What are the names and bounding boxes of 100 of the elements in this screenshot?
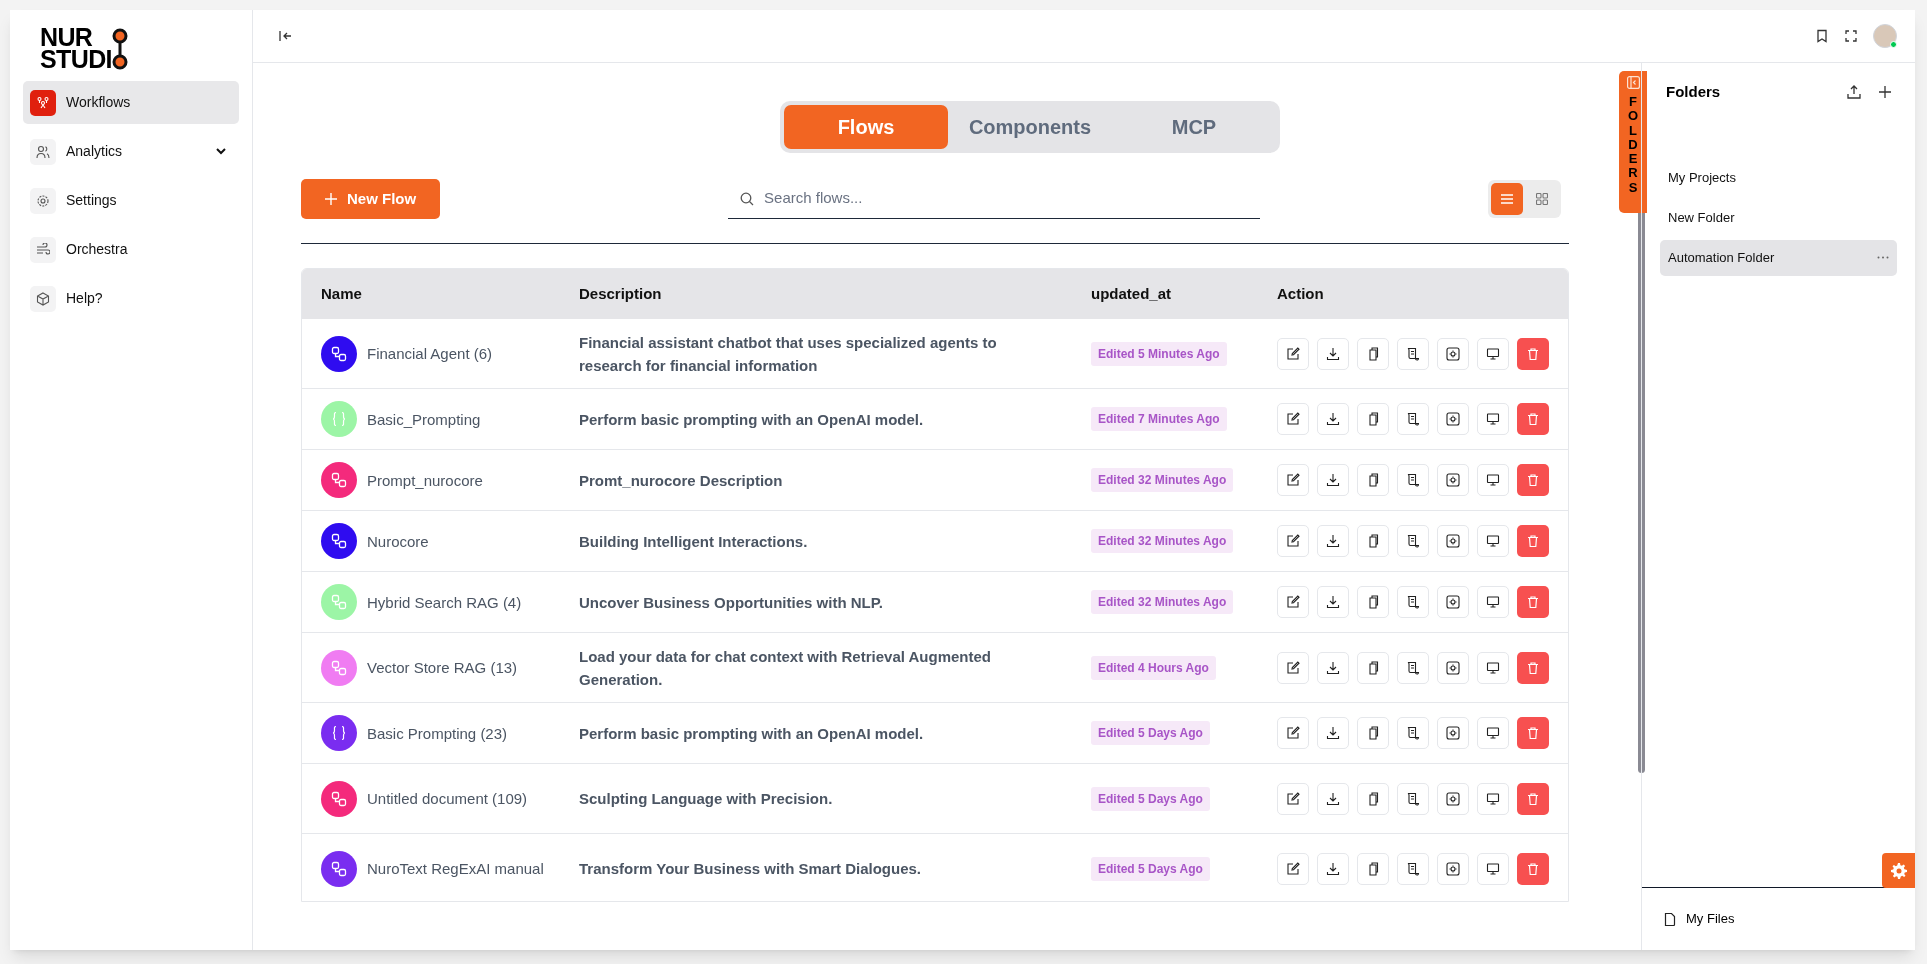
settings-button[interactable] xyxy=(1882,853,1915,888)
download-button[interactable] xyxy=(1317,464,1349,496)
gear-button[interactable] xyxy=(1437,403,1469,435)
folder-item[interactable]: Automation Folder xyxy=(1660,239,1897,276)
download-button[interactable] xyxy=(1317,586,1349,618)
delete-button[interactable] xyxy=(1517,717,1549,749)
copy-icon xyxy=(1366,861,1380,876)
sidebar-item[interactable]: Settings xyxy=(23,179,239,222)
edit-button[interactable] xyxy=(1277,464,1309,496)
scroll-button[interactable] xyxy=(1397,852,1429,885)
monitor-button[interactable] xyxy=(1477,651,1509,684)
tab[interactable]: MCP xyxy=(1112,105,1276,149)
flow-name[interactable]: Untitled document (109) xyxy=(367,788,528,809)
gear-button[interactable] xyxy=(1437,337,1469,370)
copy-button[interactable] xyxy=(1357,717,1389,749)
monitor-button[interactable] xyxy=(1477,525,1509,557)
sidebar-item[interactable]: Workflows xyxy=(23,81,239,124)
copy-button[interactable] xyxy=(1357,464,1389,496)
download-button[interactable] xyxy=(1317,852,1349,885)
flow-description: Sculpting Language with Precision. xyxy=(579,789,834,809)
gear-button[interactable] xyxy=(1437,586,1469,618)
folder-item[interactable]: My Projects xyxy=(1660,159,1897,196)
flow-name[interactable]: Nurocore xyxy=(367,530,429,552)
copy-button[interactable] xyxy=(1357,525,1389,557)
flow-description: Perform basic prompting with an OpenAI model. xyxy=(579,409,925,430)
copy-button[interactable] xyxy=(1357,782,1389,815)
sidebar-item[interactable]: Orchestra xyxy=(23,228,239,271)
collapse-sidebar-icon[interactable] xyxy=(279,29,293,43)
copy-icon xyxy=(1366,791,1380,806)
monitor-button[interactable] xyxy=(1477,717,1509,749)
scroll-button[interactable] xyxy=(1397,717,1429,749)
upload-icon[interactable] xyxy=(1847,85,1861,100)
flow-name[interactable]: Prompt_nurocore xyxy=(367,469,483,491)
flow-name[interactable]: Financial Agent (6) xyxy=(367,343,493,364)
flow-description: Building Intelligent Interactions. xyxy=(579,531,809,552)
scroll-button[interactable] xyxy=(1397,782,1429,815)
edit-button[interactable] xyxy=(1277,651,1309,684)
plus-icon[interactable] xyxy=(1879,86,1891,99)
monitor-button[interactable] xyxy=(1477,403,1509,435)
delete-button[interactable] xyxy=(1517,852,1549,885)
download-button[interactable] xyxy=(1317,525,1349,557)
download-button[interactable] xyxy=(1317,651,1349,684)
download-button[interactable] xyxy=(1317,403,1349,435)
fullscreen-icon[interactable] xyxy=(1845,30,1857,42)
folder-item[interactable]: New Folder xyxy=(1660,199,1897,236)
my-files-link[interactable]: My Files xyxy=(1686,909,1735,929)
sidebar-item[interactable]: Help? xyxy=(23,277,239,320)
scroll-button[interactable] xyxy=(1397,651,1429,684)
delete-button[interactable] xyxy=(1517,337,1549,370)
flow-name[interactable]: Vector Store RAG (13) xyxy=(367,657,518,678)
gear-button[interactable] xyxy=(1437,525,1469,557)
flow-name[interactable]: Basic_Prompting xyxy=(367,408,481,430)
delete-button[interactable] xyxy=(1517,651,1549,684)
scroll-button[interactable] xyxy=(1397,586,1429,618)
monitor-button[interactable] xyxy=(1477,782,1509,815)
flow-name[interactable]: Basic Prompting (23) xyxy=(367,722,508,744)
scroll-button[interactable] xyxy=(1397,525,1429,557)
edit-button[interactable] xyxy=(1277,403,1309,435)
copy-button[interactable] xyxy=(1357,651,1389,684)
scroll-button[interactable] xyxy=(1397,464,1429,496)
delete-button[interactable] xyxy=(1517,586,1549,618)
scroll-button[interactable] xyxy=(1397,403,1429,435)
gear-button[interactable] xyxy=(1437,852,1469,885)
delete-button[interactable] xyxy=(1517,525,1549,557)
monitor-button[interactable] xyxy=(1477,337,1509,370)
delete-button[interactable] xyxy=(1517,403,1549,435)
tab[interactable]: Components xyxy=(948,105,1112,149)
monitor-button[interactable] xyxy=(1477,464,1509,496)
copy-button[interactable] xyxy=(1357,403,1389,435)
sidebar-item[interactable]: Analytics xyxy=(23,130,239,173)
folders-tab[interactable]: FOLDERS xyxy=(1619,71,1647,213)
edit-button[interactable] xyxy=(1277,782,1309,815)
flow-name[interactable]: Hybrid Search RAG (4) xyxy=(367,591,522,613)
search-field[interactable]: Search flows... xyxy=(764,187,1249,210)
flow-name[interactable]: NuroText RegExAI manual xyxy=(367,858,544,879)
scroll-button[interactable] xyxy=(1397,337,1429,370)
edit-button[interactable] xyxy=(1277,586,1309,618)
delete-button[interactable] xyxy=(1517,782,1549,815)
gear-button[interactable] xyxy=(1437,651,1469,684)
gear-button[interactable] xyxy=(1437,464,1469,496)
file-icon[interactable] xyxy=(1664,912,1676,926)
copy-button[interactable] xyxy=(1357,337,1389,370)
edit-button[interactable] xyxy=(1277,717,1309,749)
bookmark-icon[interactable] xyxy=(1815,29,1829,43)
edit-button[interactable] xyxy=(1277,525,1309,557)
monitor-button[interactable] xyxy=(1477,586,1509,618)
gear-button[interactable] xyxy=(1437,717,1469,749)
copy-button[interactable] xyxy=(1357,586,1389,618)
copy-button[interactable] xyxy=(1357,852,1389,885)
more-icon[interactable] xyxy=(1877,256,1889,259)
delete-button[interactable] xyxy=(1517,464,1549,496)
monitor-button[interactable] xyxy=(1477,852,1509,885)
gear-button[interactable] xyxy=(1437,782,1469,815)
download-button[interactable] xyxy=(1317,782,1349,815)
copy-icon xyxy=(1366,346,1380,361)
edit-button[interactable] xyxy=(1277,337,1309,370)
download-button[interactable] xyxy=(1317,717,1349,749)
download-button[interactable] xyxy=(1317,337,1349,370)
grid-icon xyxy=(1536,193,1548,205)
edit-button[interactable] xyxy=(1277,852,1309,885)
